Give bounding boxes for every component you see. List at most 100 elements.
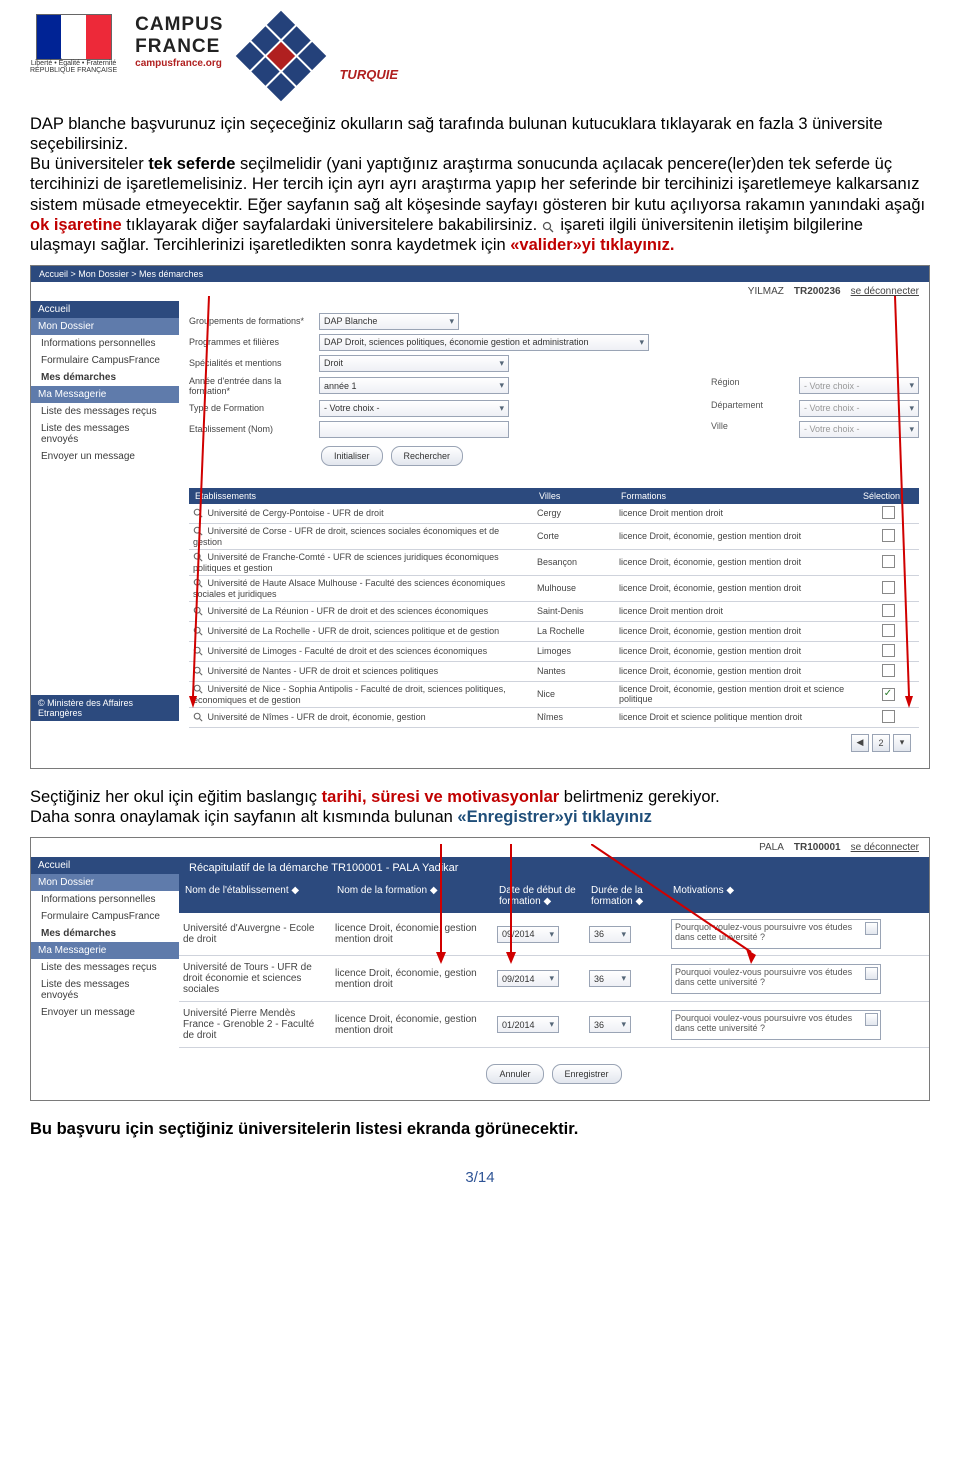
enregistrer-button[interactable]: Enregistrer: [552, 1064, 622, 1084]
label-dept: Département: [711, 400, 791, 417]
sidebar-accueil[interactable]: Accueil: [31, 301, 179, 318]
sidebar-formulaire[interactable]: Formulaire CampusFrance: [31, 352, 179, 369]
input-etab[interactable]: [319, 421, 509, 438]
logout-link[interactable]: se déconnecter: [851, 286, 919, 297]
initialiser-button[interactable]: Initialiser: [321, 446, 383, 466]
cell-recap-duree: 36: [585, 956, 667, 1002]
select-type[interactable]: - Votre choix -: [319, 400, 509, 417]
textarea-motiv[interactable]: Pourquoi voulez-vous poursuivre vos étud…: [671, 919, 881, 949]
table-row: Université de La Réunion - UFR de droit …: [189, 601, 919, 621]
select-annee[interactable]: année 1: [319, 377, 509, 394]
session-bar-2: PALA TR100001 se déconnecter: [31, 838, 929, 857]
annuler-button[interactable]: Annuler: [486, 1064, 543, 1084]
sidebar2-infos[interactable]: Informations personnelles: [31, 891, 179, 908]
republique-logo: Liberté • Égalité • Fraternité RÉPUBLIQU…: [30, 14, 117, 74]
checkbox[interactable]: [882, 624, 895, 637]
sidebar2-m3[interactable]: Envoyer un message: [31, 1004, 179, 1021]
checkbox[interactable]: [882, 710, 895, 723]
magnifier-icon[interactable]: [193, 508, 205, 519]
country-label: TURQUIE: [339, 67, 398, 82]
select-programmes[interactable]: DAP Droit, sciences politiques, économie…: [319, 334, 649, 351]
sidebar-demarches[interactable]: Mes démarches: [31, 369, 179, 386]
pager-page[interactable]: 2: [872, 734, 890, 752]
paragraph-1: DAP blanche başvurunuz için seçeceğiniz …: [30, 114, 930, 255]
select-groupements[interactable]: DAP Blanche: [319, 313, 459, 330]
th-form[interactable]: Formations: [615, 488, 857, 504]
magnifier-icon[interactable]: [193, 606, 205, 617]
magnifier-icon[interactable]: [193, 646, 205, 657]
select-dept[interactable]: - Votre choix -: [799, 400, 919, 417]
select-specialites[interactable]: Droit: [319, 355, 509, 372]
sidebar-infos[interactable]: Informations personnelles: [31, 335, 179, 352]
checkbox[interactable]: [882, 644, 895, 657]
cell-recap-motiv: Pourquoi voulez-vous poursuivre vos étud…: [667, 956, 929, 1002]
screenshot-search: Accueil > Mon Dossier > Mes démarches YI…: [30, 265, 930, 769]
textarea-motiv[interactable]: Pourquoi voulez-vous poursuivre vos étud…: [671, 964, 881, 994]
sidebar2-m2[interactable]: Liste des messages envoyés: [31, 976, 179, 1004]
cell-select: [857, 601, 919, 621]
th-etab[interactable]: Etablissements: [189, 488, 533, 504]
logo-line2: FRANCE: [135, 36, 223, 58]
diamond-icon: [236, 11, 327, 102]
sidebar-msg-send[interactable]: Envoyer un message: [31, 448, 179, 465]
checkbox[interactable]: [882, 581, 895, 594]
sidebar2-dem[interactable]: Mes démarches: [31, 925, 179, 942]
checkbox[interactable]: [882, 555, 895, 568]
magnifier-icon[interactable]: [193, 552, 205, 563]
select-date[interactable]: 09/2014: [497, 926, 559, 943]
logout-link-2[interactable]: se déconnecter: [851, 842, 919, 853]
sidebar2-m1[interactable]: Liste des messages reçus: [31, 959, 179, 976]
cell-ville: Mulhouse: [533, 575, 615, 601]
select-duree[interactable]: 36: [589, 1016, 631, 1033]
magnifier-icon[interactable]: [193, 626, 205, 637]
label-etab: Etablissement (Nom): [189, 424, 319, 434]
sidebar2-msg[interactable]: Ma Messagerie: [31, 942, 179, 959]
textarea-motiv[interactable]: Pourquoi voulez-vous poursuivre vos étud…: [671, 1010, 881, 1040]
select-duree[interactable]: 36: [589, 970, 631, 987]
cell-etab: Université de Nantes - UFR de droit et s…: [189, 661, 533, 681]
checkbox[interactable]: [882, 604, 895, 617]
select-region[interactable]: - Votre choix -: [799, 377, 919, 394]
magnifier-icon[interactable]: [193, 578, 205, 589]
checkbox[interactable]: [882, 688, 895, 701]
cell-etab: Université de Corse - UFR de droit, scie…: [189, 523, 533, 549]
select-duree[interactable]: 36: [589, 926, 631, 943]
th-ville[interactable]: Villes: [533, 488, 615, 504]
sidebar2-form[interactable]: Formulaire CampusFrance: [31, 908, 179, 925]
magnifier-icon[interactable]: [193, 666, 205, 677]
session-user-2: PALA: [759, 842, 784, 853]
sidebar-messagerie[interactable]: Ma Messagerie: [31, 386, 179, 403]
magnifier-icon[interactable]: [193, 526, 205, 537]
checkbox[interactable]: [882, 529, 895, 542]
cell-recap-date: 09/2014: [493, 956, 585, 1002]
label-annee: Année d'entrée dans la formation*: [189, 376, 319, 396]
cell-etab: Université de La Rochelle - UFR de droit…: [189, 621, 533, 641]
select-date[interactable]: 09/2014: [497, 970, 559, 987]
cell-recap-date: 09/2014: [493, 913, 585, 956]
magnifier-icon[interactable]: [193, 712, 205, 723]
sidebar-msg-envoyes[interactable]: Liste des messages envoyés: [31, 420, 179, 448]
checkbox[interactable]: [882, 664, 895, 677]
recap-row: Université d'Auvergne - Ecole de droitli…: [179, 913, 929, 956]
select-date[interactable]: 01/2014: [497, 1016, 559, 1033]
pager-prev[interactable]: ◀: [851, 734, 869, 752]
session-id: TR200236: [794, 286, 841, 297]
checkbox[interactable]: [882, 506, 895, 519]
select-ville[interactable]: - Votre choix -: [799, 421, 919, 438]
sidebar2-accueil[interactable]: Accueil: [31, 857, 179, 874]
cell-ville: Corte: [533, 523, 615, 549]
rechercher-button[interactable]: Rechercher: [391, 446, 464, 466]
sidebar-mon-dossier[interactable]: Mon Dossier: [31, 318, 179, 335]
cell-formation: licence Droit, économie, gestion mention…: [615, 575, 857, 601]
label-groupements: Groupements de formations*: [189, 316, 319, 326]
sidebar2-dossier[interactable]: Mon Dossier: [31, 874, 179, 891]
pager-next[interactable]: ▾: [893, 734, 911, 752]
cell-recap-etab: Université Pierre Mendès France - Grenob…: [179, 1002, 331, 1048]
table-row: Université de La Rochelle - UFR de droit…: [189, 621, 919, 641]
session-user: YILMAZ: [748, 286, 784, 297]
magnifier-icon[interactable]: [193, 684, 205, 695]
sidebar-msg-recus[interactable]: Liste des messages reçus: [31, 403, 179, 420]
cell-ville: Besançon: [533, 549, 615, 575]
cell-ville: Saint-Denis: [533, 601, 615, 621]
breadcrumb: Accueil > Mon Dossier > Mes démarches: [31, 266, 929, 282]
